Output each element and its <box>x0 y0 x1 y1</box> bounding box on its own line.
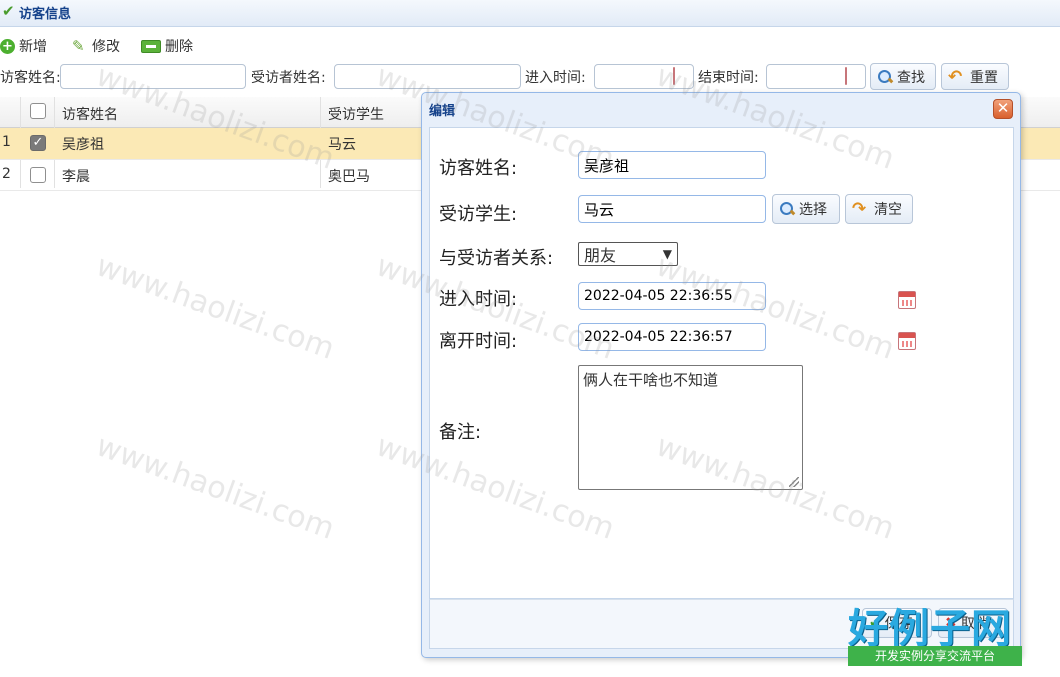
add-button-label: 新增 <box>19 39 47 55</box>
minus-icon <box>141 39 161 53</box>
watermark-text: www.haolizi.com <box>91 248 339 367</box>
student-field[interactable]: 马云 <box>578 195 766 223</box>
edit-button[interactable]: ✎ 修改 <box>72 35 120 57</box>
column-header-student[interactable]: 受访学生 <box>328 104 384 124</box>
select-button[interactable]: 选择 <box>772 194 840 224</box>
row-number: 2 <box>2 166 11 182</box>
close-icon[interactable]: ✕ <box>993 99 1013 119</box>
search-icon <box>877 69 893 85</box>
visitee-name-label: 受访者姓名: <box>251 70 326 86</box>
student-cell: 奥巴马 <box>328 169 370 185</box>
reset-button[interactable]: ↶ 重置 <box>941 63 1009 90</box>
calendar-icon[interactable] <box>897 332 916 350</box>
visitor-name-cell: 吴彦祖 <box>62 137 104 153</box>
calendar-icon[interactable] <box>897 291 916 309</box>
end-time-input[interactable] <box>766 64 866 89</box>
reset-icon: ↶ <box>948 66 963 87</box>
check-icon: ✔ <box>2 2 15 20</box>
search-button-label: 查找 <box>897 69 925 86</box>
column-header-visitor[interactable]: 访客姓名 <box>62 104 118 124</box>
edit-button-label: 修改 <box>92 39 120 55</box>
visitor-name-cell: 李晨 <box>62 169 90 185</box>
delete-button[interactable]: 删除 <box>141 35 193 57</box>
select-all-checkbox[interactable] <box>30 103 46 119</box>
calendar-icon[interactable] <box>845 67 847 85</box>
enter-time-label: 进入时间: <box>525 70 586 86</box>
relation-selected-value: 朋友 <box>584 246 617 265</box>
form-visitor-label: 访客姓名: <box>439 158 518 179</box>
watermark-text: www.haolizi.com <box>91 428 339 547</box>
form-relation-label: 与受访者关系: <box>439 248 554 269</box>
plus-icon: + <box>0 38 15 54</box>
delete-button-label: 删除 <box>165 39 193 55</box>
clear-button-label: 清空 <box>874 202 902 218</box>
panel-title: 访客信息 <box>19 7 72 22</box>
panel-header <box>0 0 1060 27</box>
row-checkbox[interactable]: ✓ <box>30 135 46 151</box>
form-remark-label: 备注: <box>439 422 482 443</box>
reset-button-label: 重置 <box>970 69 998 86</box>
reset-icon: ↷ <box>852 199 867 219</box>
form-leave-label: 离开时间: <box>439 331 518 352</box>
pencil-icon: ✎ <box>72 37 85 55</box>
row-checkbox[interactable] <box>30 167 46 183</box>
visitor-name-label: 访客姓名: <box>0 70 61 86</box>
haolizi-logo-subtitle: 开发实例分享交流平台 <box>848 646 1022 666</box>
search-icon <box>779 201 795 217</box>
select-button-label: 选择 <box>799 202 827 218</box>
row-number: 1 <box>2 134 11 150</box>
clear-button[interactable]: ↷ 清空 <box>845 194 913 224</box>
add-button[interactable]: + 新增 <box>0 35 47 57</box>
form-student-label: 受访学生: <box>439 204 518 225</box>
search-button[interactable]: 查找 <box>870 63 936 90</box>
